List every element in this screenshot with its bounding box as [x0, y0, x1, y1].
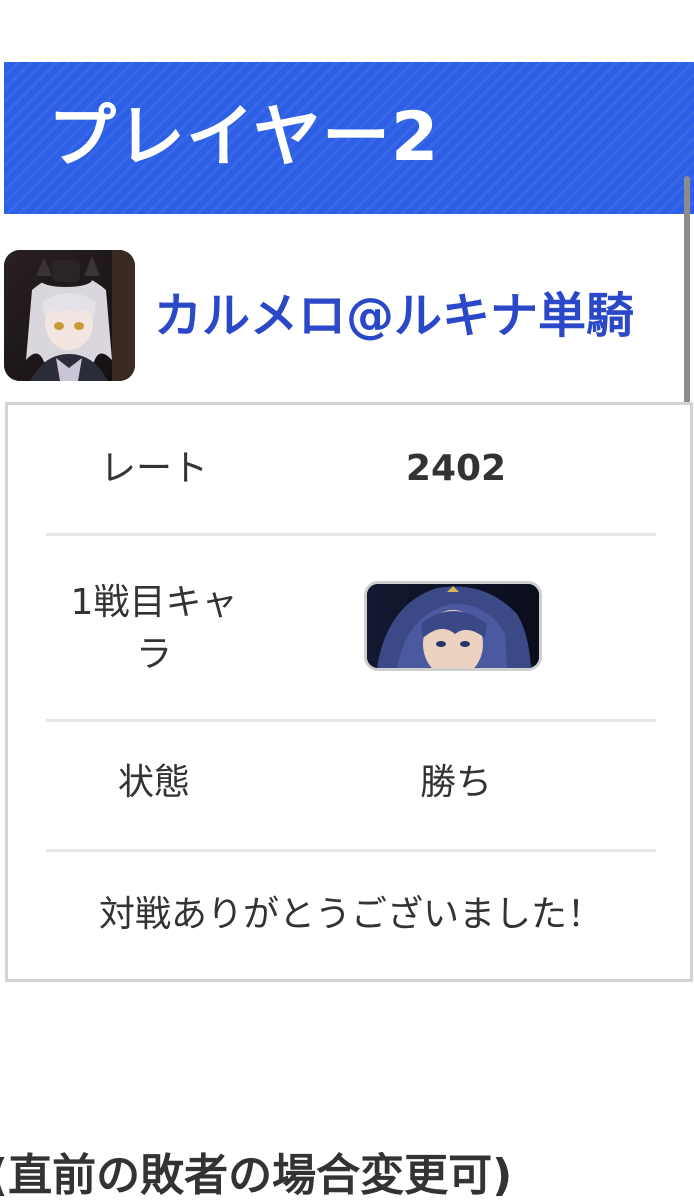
- status-value: 勝ち: [419, 762, 492, 803]
- character-icon: [364, 581, 542, 671]
- rate-row: レート 2402: [46, 443, 656, 499]
- row-divider: [46, 849, 656, 852]
- player-header-banner: プレイヤー2: [4, 62, 694, 214]
- first-character-label: 1戦目キャラ: [70, 582, 238, 675]
- status-label: 状態: [117, 762, 190, 803]
- rate-value: 2402: [405, 448, 507, 489]
- match-info-card: レート 2402 1戦目キャラ 状態 勝ち 対戦ありがとうございました！: [5, 402, 693, 982]
- avatar[interactable]: [4, 250, 135, 381]
- thanks-message: 対戦ありがとうございました！: [98, 894, 603, 935]
- player-2-page: プレイヤー2 カルメロ@ルキナ単騎 レート 2402 1戦目キャラ 状態 勝ち …: [0, 0, 694, 1200]
- page-title: プレイヤー2: [48, 98, 440, 177]
- rate-label: レート: [99, 448, 208, 489]
- player-profile: カルメロ@ルキナ単騎: [0, 250, 694, 384]
- section-heading-partial: (直前の敗者の場合変更可): [0, 1150, 513, 1200]
- player-avatar-image: [4, 250, 135, 381]
- player-name[interactable]: カルメロ@ルキナ単騎: [154, 286, 634, 346]
- row-divider: [46, 719, 656, 722]
- status-row: 状態 勝ち: [46, 757, 656, 813]
- lucina-character-icon: [367, 584, 539, 668]
- first-character-row: 1戦目キャラ: [46, 575, 656, 685]
- row-divider: [46, 533, 656, 536]
